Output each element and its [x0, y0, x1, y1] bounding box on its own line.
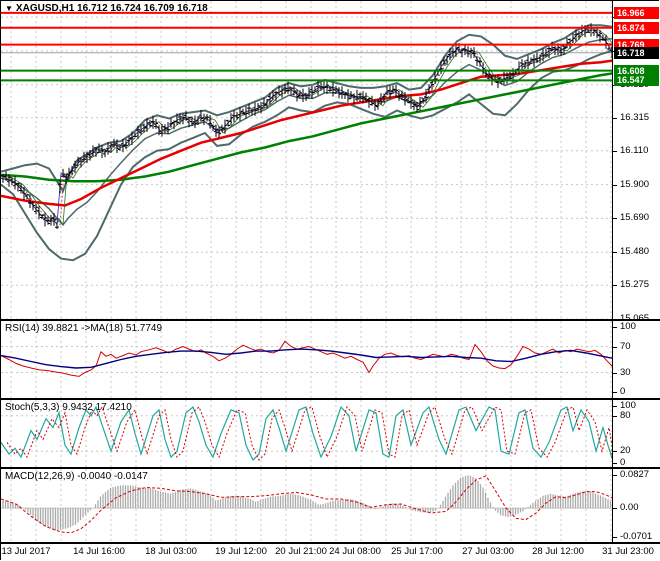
axis-tick-mark [613, 508, 617, 509]
time-axis-label: 14 Jul 16:00 [73, 546, 125, 557]
axis-tick-mark [613, 537, 617, 538]
resistance-level-label: 16.966 [614, 7, 659, 19]
symbol-dropdown-icon[interactable]: ▼ [5, 4, 13, 13]
support-level-label: 16.547 [614, 74, 659, 86]
time-axis-label: 24 Jul 08:00 [329, 546, 381, 557]
time-axis-label: 28 Jul 12:00 [532, 546, 584, 557]
panel-divider[interactable] [1, 467, 660, 469]
axis-tick-mark [613, 475, 617, 476]
rsi-label: RSI(14) 39.8821 ->MA(18) 51.7749 [5, 323, 163, 334]
time-axis-label: 31 Jul 23:00 [602, 546, 654, 557]
axis-tick-mark [613, 151, 617, 152]
time-axis-label: 20 Jul 21:00 [275, 546, 327, 557]
time-axis-label: 25 Jul 17:00 [391, 546, 443, 557]
axis-tick-label: 70 [620, 341, 631, 352]
time-axis-label: 13 Jul 2017 [1, 546, 51, 557]
time-axis-label: 27 Jul 03:00 [462, 546, 514, 557]
axis-tick-label: 20 [620, 445, 631, 456]
axis-tick-mark [613, 392, 617, 393]
axis-tick-label: 16.110 [620, 145, 649, 156]
chart-window: 16.94016.73016.52016.31516.11015.90015.6… [0, 0, 660, 561]
axis-tick-mark [613, 373, 617, 374]
axis-tick-label: 100 [620, 321, 636, 332]
axis-tick-mark [613, 218, 617, 219]
axis-tick-mark [613, 463, 617, 464]
symbol-ohlc-text: XAGUSD,H1 16.712 16.724 16.709 16.718 [15, 3, 208, 14]
stochastic-axis[interactable]: 100 80 20 0 [612, 400, 660, 468]
axis-tick-label: 15.480 [620, 246, 650, 257]
axis-tick-mark [613, 185, 617, 186]
stochastic-panel: 100 80 20 0 Stoch(5,3,3) 9.9432 17.4210 [1, 400, 660, 468]
panel-divider[interactable] [1, 542, 660, 544]
axis-tick-label: 15.690 [620, 212, 650, 223]
resistance-level-label: 16.874 [614, 22, 659, 34]
main-chart-panel: 16.94016.73016.52016.31516.11015.90015.6… [1, 1, 660, 324]
main-chart-plot[interactable] [1, 1, 612, 319]
axis-tick-label: 0.0827 [620, 469, 650, 480]
time-axis-label: 18 Jul 03:00 [145, 546, 197, 557]
axis-tick-mark [613, 416, 617, 417]
axis-tick-label: 0.00 [620, 502, 639, 513]
axis-tick-label: 16.315 [620, 112, 650, 123]
axis-tick-label: 0 [620, 386, 626, 397]
axis-tick-mark [613, 406, 617, 407]
axis-tick-label: 30 [620, 367, 631, 378]
time-axis[interactable]: 13 Jul 2017 14 Jul 16:00 18 Jul 03:00 19 Ju… [1, 544, 660, 561]
axis-tick-mark [613, 451, 617, 452]
stochastic-label: Stoch(5,3,3) 9.9432 17.4210 [5, 402, 132, 413]
axis-tick-mark [613, 118, 617, 119]
time-axis-label: 19 Jul 12:00 [215, 546, 267, 557]
macd-label: MACD(12,26,9) -0.0040 -0.0147 [5, 471, 148, 482]
panel-divider[interactable] [1, 319, 660, 321]
rsi-axis[interactable]: 100 70 30 0 [612, 321, 660, 398]
axis-tick-mark [613, 347, 617, 348]
macd-axis[interactable]: 0.0827 0.00 -0.0701 [612, 469, 660, 542]
macd-panel: 0.0827 0.00 -0.0701 MACD(12,26,9) -0.0040 … [1, 469, 660, 542]
axis-tick-label: 15.900 [620, 179, 650, 190]
axis-tick-mark [613, 327, 617, 328]
axis-tick-mark [613, 285, 617, 286]
chart-title: ▼ XAGUSD,H1 16.712 16.724 16.709 16.718 [5, 3, 208, 14]
axis-tick-mark [613, 252, 617, 253]
panel-divider[interactable] [1, 398, 660, 400]
current-price-label: 16.718 [614, 47, 659, 59]
axis-tick-label: 15.275 [620, 279, 650, 290]
rsi-panel: 100 70 30 0 RSI(14) 39.8821 ->MA(18) 51.774… [1, 321, 660, 398]
price-axis[interactable]: 16.94016.73016.52016.31516.11015.90015.6… [612, 1, 660, 324]
axis-tick-label: 80 [620, 410, 631, 421]
